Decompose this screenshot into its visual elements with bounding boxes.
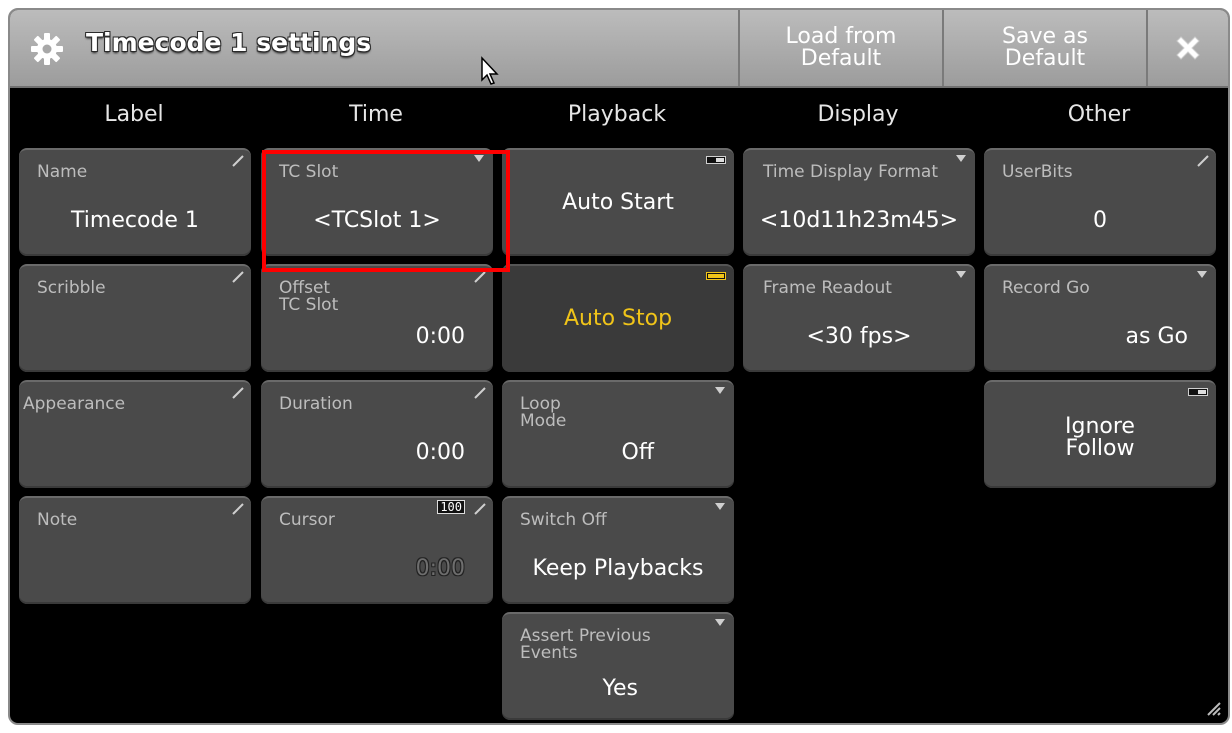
scribble-label: Scribble <box>37 278 106 298</box>
auto-stop-label: Auto Stop <box>563 306 673 331</box>
column-header-display: Display <box>817 102 899 127</box>
toggle-indicator-icon <box>1188 388 1208 396</box>
ignore-follow-button[interactable]: Ignore Follow <box>984 380 1216 488</box>
cursor-label: Cursor <box>279 510 335 530</box>
dropdown-corner-icon <box>474 155 484 162</box>
record-go-label: Record Go <box>1002 278 1090 298</box>
edit-corner-icon <box>232 155 244 167</box>
loop-mode-label: Loop Mode <box>520 394 567 431</box>
edit-corner-icon <box>232 387 244 399</box>
duration-value: 0:00 <box>415 440 465 465</box>
resize-grip-icon[interactable] <box>1204 699 1222 717</box>
save-as-default-label: Save as Default <box>1002 24 1088 71</box>
frame-readout-value: <30 fps> <box>806 324 912 349</box>
time-display-format-value: <10d11h23m45> <box>759 208 959 233</box>
auto-start-button[interactable]: Auto Start <box>502 148 734 256</box>
gear-icon <box>31 33 63 65</box>
frame-readout-label: Frame Readout <box>763 278 892 298</box>
scribble-cell[interactable]: Scribble <box>19 264 251 372</box>
userbits-label: UserBits <box>1002 162 1073 182</box>
loop-mode-cell[interactable]: Loop Mode Off <box>502 380 734 488</box>
title-bar: Timecode 1 settings Load from Default Sa… <box>10 10 1228 88</box>
auto-stop-button[interactable]: Auto Stop <box>502 264 734 372</box>
tc-slot-value: <TCSlot 1> <box>313 208 441 233</box>
name-label: Name <box>37 162 88 182</box>
column-header-other: Other <box>1067 102 1131 127</box>
duration-cell[interactable]: Duration 0:00 <box>261 380 493 488</box>
window-title: Timecode 1 settings <box>86 28 372 57</box>
dropdown-corner-icon <box>956 271 966 278</box>
close-icon <box>1176 36 1200 60</box>
name-cell[interactable]: Name Timecode 1 <box>19 148 251 256</box>
edit-corner-icon <box>232 503 244 515</box>
auto-start-label: Auto Start <box>562 190 674 215</box>
record-go-value: as Go <box>1125 324 1188 349</box>
edit-corner-icon <box>474 271 486 283</box>
loop-mode-value: Off <box>621 440 654 465</box>
name-value: Timecode 1 <box>71 208 199 233</box>
duration-label: Duration <box>279 394 353 414</box>
time-display-format-cell[interactable]: Time Display Format <10d11h23m45> <box>743 148 975 256</box>
dropdown-corner-icon <box>715 619 725 626</box>
cursor-arrow-icon <box>481 56 499 85</box>
switch-off-cell[interactable]: Switch Off Keep Playbacks <box>502 496 734 604</box>
cursor-cell[interactable]: 100 Cursor 0:00 <box>261 496 493 604</box>
assert-previous-events-value: Yes <box>602 676 638 701</box>
record-go-cell[interactable]: Record Go as Go <box>984 264 1216 372</box>
column-header-time: Time <box>349 102 403 127</box>
cursor-step-badge: 100 <box>437 500 465 514</box>
offset-tc-slot-cell[interactable]: Offset TC Slot 0:00 <box>261 264 493 372</box>
load-from-default-button[interactable]: Load from Default <box>738 10 942 86</box>
edit-corner-icon <box>232 271 244 283</box>
time-display-format-label: Time Display Format <box>763 162 938 182</box>
offset-tc-slot-label: Offset TC Slot <box>279 278 339 315</box>
save-as-default-button[interactable]: Save as Default <box>942 10 1146 86</box>
note-cell[interactable]: Note <box>19 496 251 604</box>
ignore-follow-label: Ignore Follow <box>1065 414 1135 461</box>
cursor-value: 0:00 <box>415 556 465 581</box>
edit-corner-icon <box>474 503 486 515</box>
dropdown-corner-icon <box>1197 271 1207 278</box>
userbits-cell[interactable]: UserBits 0 <box>984 148 1216 256</box>
appearance-label: Appearance <box>23 394 126 414</box>
switch-off-value: Keep Playbacks <box>532 556 704 581</box>
edit-corner-icon <box>1197 155 1209 167</box>
dropdown-corner-icon <box>715 387 725 394</box>
tc-slot-cell[interactable]: TC Slot <TCSlot 1> <box>261 148 493 256</box>
toggle-indicator-icon <box>706 272 726 280</box>
offset-tc-slot-value: 0:00 <box>415 324 465 349</box>
dropdown-corner-icon <box>956 155 966 162</box>
appearance-cell[interactable]: Appearance <box>19 380 251 488</box>
column-header-playback: Playback <box>567 102 667 127</box>
title-area[interactable]: Timecode 1 settings <box>10 10 738 86</box>
load-from-default-label: Load from Default <box>785 24 897 71</box>
assert-previous-events-label: Assert Previous Events <box>520 626 651 663</box>
frame-readout-cell[interactable]: Frame Readout <30 fps> <box>743 264 975 372</box>
close-button[interactable] <box>1146 10 1228 86</box>
dropdown-corner-icon <box>715 503 725 510</box>
userbits-value: 0 <box>1093 208 1107 233</box>
tc-slot-label: TC Slot <box>279 162 339 182</box>
edit-corner-icon <box>474 387 486 399</box>
column-header-label: Label <box>104 102 164 127</box>
toggle-indicator-icon <box>706 156 726 164</box>
assert-previous-events-cell[interactable]: Assert Previous Events Yes <box>502 612 734 720</box>
note-label: Note <box>37 510 78 530</box>
timecode-settings-window: Timecode 1 settings Load from Default Sa… <box>8 8 1230 725</box>
switch-off-label: Switch Off <box>520 510 607 530</box>
